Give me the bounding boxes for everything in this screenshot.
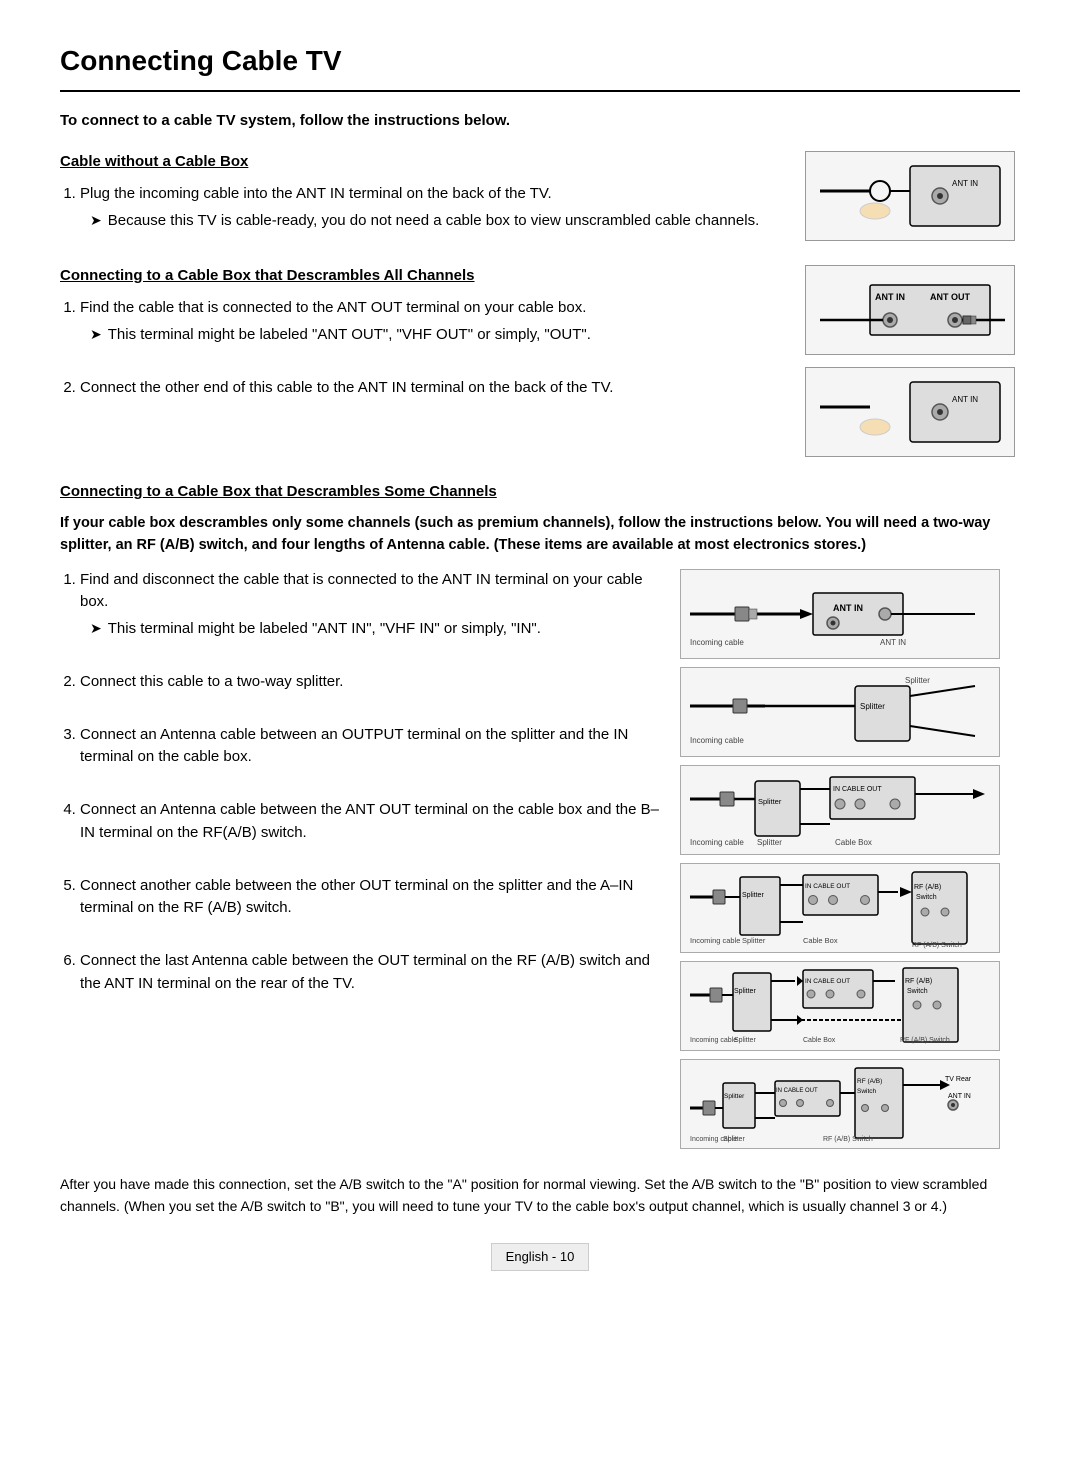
section3-step1-sub: This terminal might be labeled "ANT IN",…	[108, 618, 541, 641]
diagram-step1: ANT IN Incoming cable ANT IN	[680, 569, 1000, 659]
page-title: Connecting Cable TV	[60, 40, 1020, 92]
section1-step1: Plug the incoming cable into the ANT IN …	[80, 183, 780, 232]
svg-text:Switch: Switch	[857, 1088, 877, 1095]
svg-text:ANT OUT: ANT OUT	[930, 292, 970, 302]
svg-text:IN CABLE OUT: IN CABLE OUT	[805, 978, 850, 985]
svg-text:ANT IN: ANT IN	[880, 638, 906, 647]
arrow-icon: ➤	[90, 210, 102, 231]
svg-text:RF (A/B) Switch: RF (A/B) Switch	[823, 1136, 873, 1143]
svg-text:RF (A/B): RF (A/B)	[905, 978, 932, 985]
section3-step4: Connect an Antenna cable between the ANT…	[80, 799, 664, 844]
svg-text:ANT IN: ANT IN	[948, 1093, 971, 1100]
svg-text:Splitter: Splitter	[905, 676, 930, 685]
svg-text:Splitter: Splitter	[758, 797, 782, 806]
svg-text:IN CABLE OUT: IN CABLE OUT	[805, 883, 850, 890]
section3-heading: Connecting to a Cable Box that Descrambl…	[60, 481, 1020, 504]
section3-step2: Connect this cable to a two-way splitter…	[80, 671, 664, 694]
footer-page-num-wrapper: English - 10	[60, 1233, 1020, 1271]
section3-instructions: Find and disconnect the cable that is co…	[60, 569, 664, 1149]
svg-text:Splitter: Splitter	[757, 838, 782, 847]
diagram-step2: Splitter Incoming cable Splitter	[680, 667, 1000, 757]
section3-step6: Connect the last Antenna cable between t…	[80, 950, 664, 995]
svg-text:Splitter: Splitter	[723, 1136, 745, 1143]
svg-text:IN CABLE OUT: IN CABLE OUT	[776, 1088, 818, 1094]
section3: Connecting to a Cable Box that Descrambl…	[60, 481, 1020, 1149]
svg-text:Splitter: Splitter	[742, 936, 766, 945]
arrow-icon2: ➤	[90, 324, 102, 345]
diagram-cable-no-box: ANT IN	[805, 151, 1015, 241]
diagram-tv-back-connect: ANT IN	[805, 367, 1015, 457]
svg-text:RF (A/B) Switch: RF (A/B) Switch	[900, 1037, 950, 1044]
svg-text:Incoming cable: Incoming cable	[690, 1037, 737, 1044]
svg-text:Switch: Switch	[907, 988, 928, 995]
svg-text:Cable Box: Cable Box	[835, 838, 872, 847]
svg-text:TV Rear: TV Rear	[945, 1076, 972, 1083]
svg-text:RF (A/B): RF (A/B)	[857, 1078, 882, 1085]
section2-step1: Find the cable that is connected to the …	[80, 297, 780, 346]
svg-text:RF (A/B): RF (A/B)	[914, 884, 941, 891]
svg-text:ANT IN: ANT IN	[875, 292, 905, 302]
section2-step1-sub: This terminal might be labeled "ANT OUT"…	[108, 324, 591, 347]
svg-text:Incoming cable: Incoming cable	[690, 638, 744, 647]
section3-bold-intro: If your cable box descrambles only some …	[60, 513, 1020, 557]
section2-step2: Connect the other end of this cable to t…	[80, 377, 780, 400]
svg-text:Incoming cable: Incoming cable	[690, 736, 744, 745]
section3-step5: Connect another cable between the other …	[80, 875, 664, 920]
section2-heading: Connecting to a Cable Box that Descrambl…	[60, 265, 780, 288]
page-number: English - 10	[491, 1243, 590, 1271]
svg-text:Switch: Switch	[916, 894, 937, 901]
svg-text:ANT IN: ANT IN	[952, 179, 978, 188]
section1-step1-sub: Because this TV is cable-ready, you do n…	[108, 210, 760, 233]
svg-text:Splitter: Splitter	[742, 892, 764, 899]
intro-text: To connect to a cable TV system, follow …	[60, 110, 1020, 133]
section3-step1: Find and disconnect the cable that is co…	[80, 569, 664, 641]
svg-text:Splitter: Splitter	[724, 1093, 745, 1100]
svg-text:RF (A/B) Switch: RF (A/B) Switch	[912, 942, 962, 949]
svg-text:Cable Box: Cable Box	[803, 1037, 836, 1044]
section2: Connecting to a Cable Box that Descrambl…	[60, 265, 1020, 457]
svg-text:ANT IN: ANT IN	[833, 603, 863, 613]
section1: Cable without a Cable Box Plug the incom…	[60, 151, 1020, 241]
diagram-ant-in-out: ANT IN ANT OUT	[805, 265, 1015, 355]
svg-text:Splitter: Splitter	[734, 1037, 756, 1044]
svg-text:Incoming cable: Incoming cable	[690, 838, 744, 847]
svg-text:Cable Box: Cable Box	[803, 936, 838, 945]
diagram-step3: Splitter IN CABLE OUT Incoming cabl	[680, 765, 1000, 855]
svg-text:Splitter: Splitter	[734, 988, 756, 995]
arrow-icon3: ➤	[90, 618, 102, 639]
svg-text:Incoming cable: Incoming cable	[690, 936, 740, 945]
svg-text:ANT IN: ANT IN	[952, 395, 978, 404]
footer-text: After you have made this connection, set…	[60, 1173, 1020, 1218]
svg-text:IN CABLE OUT: IN CABLE OUT	[833, 786, 882, 793]
section1-heading: Cable without a Cable Box	[60, 151, 780, 174]
section3-step3: Connect an Antenna cable between an OUTP…	[80, 724, 664, 769]
svg-text:Splitter: Splitter	[860, 702, 885, 711]
diagram-step5: Splitter IN CABLE OUT	[680, 961, 1000, 1051]
diagram-step6: Splitter IN CABLE OUT RF (A/B) Switch	[680, 1059, 1000, 1149]
diagram-step4: Splitter IN CABLE OUT RF (A/B)	[680, 863, 1000, 953]
diagrams-column: ANT IN Incoming cable ANT IN	[680, 569, 1020, 1149]
